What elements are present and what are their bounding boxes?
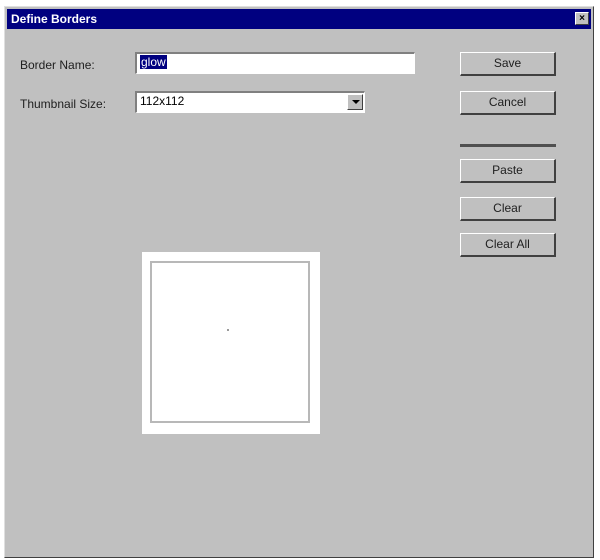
close-icon: × <box>579 13 585 24</box>
chevron-down-icon[interactable] <box>347 94 363 110</box>
border-name-label: Border Name: <box>20 58 95 72</box>
border-preview-frame <box>150 261 310 423</box>
border-name-input[interactable]: glow <box>135 52 415 74</box>
define-borders-dialog: Define Borders × Border Name: glow Thumb… <box>4 6 594 558</box>
clear-all-button[interactable]: Clear All <box>460 233 556 257</box>
cancel-button[interactable]: Cancel <box>460 91 556 115</box>
thumbnail-size-label: Thumbnail Size: <box>20 97 107 111</box>
window-title: Define Borders <box>11 12 98 26</box>
clear-button[interactable]: Clear <box>460 197 556 221</box>
border-name-value: glow <box>140 55 167 69</box>
thumbnail-size-value: 112x112 <box>140 94 185 108</box>
close-button[interactable]: × <box>575 12 589 25</box>
paste-button[interactable]: Paste <box>460 159 556 183</box>
title-bar[interactable]: Define Borders × <box>7 9 591 29</box>
save-button[interactable]: Save <box>460 52 556 76</box>
border-preview <box>142 252 320 434</box>
preview-center-dot <box>227 329 229 331</box>
thumbnail-size-select[interactable]: 112x112 <box>135 91 365 113</box>
separator-line <box>460 144 556 147</box>
